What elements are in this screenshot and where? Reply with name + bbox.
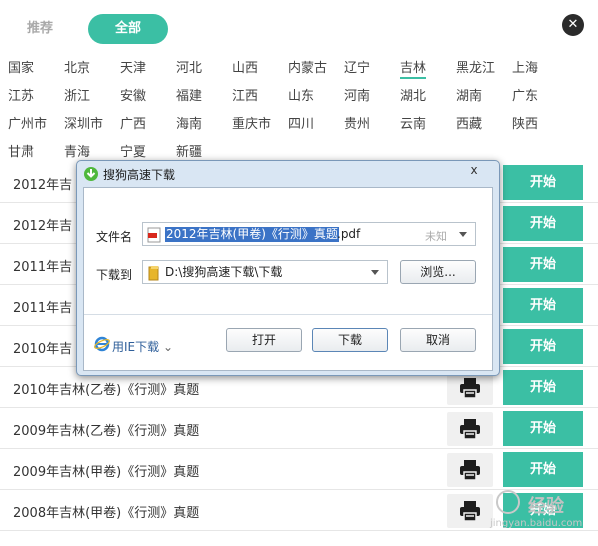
- dialog-close-button[interactable]: x: [463, 163, 485, 177]
- download-arrow-icon: [84, 167, 98, 181]
- province-item[interactable]: 福建: [176, 85, 202, 104]
- province-item[interactable]: 河南: [344, 85, 370, 104]
- province-item[interactable]: 安徽: [120, 85, 146, 104]
- download-dialog: 搜狗高速下载 x 文件名 2012年吉林(甲卷)《行测》真题 .pdf 未知 下…: [76, 160, 500, 376]
- category-tabs: 推荐 全部: [0, 0, 598, 52]
- dialog-title: 搜狗高速下载: [103, 168, 176, 182]
- province-item[interactable]: 内蒙古: [288, 57, 327, 76]
- printer-icon: [460, 419, 480, 440]
- cancel-button[interactable]: 取消: [400, 328, 476, 352]
- start-button[interactable]: 开始: [503, 165, 583, 200]
- exam-title[interactable]: 2012年吉: [13, 215, 72, 234]
- province-item[interactable]: 山西: [232, 57, 258, 76]
- folder-icon: [148, 266, 159, 281]
- exam-title[interactable]: 2012年吉: [13, 174, 72, 193]
- filename-label: 文件名: [96, 230, 133, 244]
- province-item[interactable]: 辽宁: [344, 57, 370, 76]
- province-item[interactable]: 山东: [288, 85, 314, 104]
- saveto-label: 下载到: [96, 268, 133, 282]
- start-button[interactable]: 开始: [503, 329, 583, 364]
- province-item[interactable]: 四川: [288, 113, 314, 132]
- printer-icon: [460, 378, 480, 399]
- province-item[interactable]: 青海: [64, 141, 90, 160]
- ie-browser-icon: [94, 336, 110, 352]
- exam-title[interactable]: 2009年吉林(甲卷)《行测》真题: [13, 461, 199, 480]
- start-button[interactable]: 开始: [503, 411, 583, 446]
- province-item[interactable]: 北京: [64, 57, 90, 76]
- watermark-url: jingyan.baidu.com: [490, 518, 583, 529]
- chevron-down-icon[interactable]: [459, 232, 467, 237]
- province-item-active[interactable]: 吉林: [400, 57, 427, 79]
- province-item[interactable]: 天津: [120, 57, 146, 76]
- watermark-brand: 经验: [528, 496, 564, 517]
- province-item[interactable]: 重庆市: [232, 113, 271, 132]
- province-item[interactable]: 国家: [8, 57, 34, 76]
- pdf-file-icon: [147, 227, 161, 243]
- province-item[interactable]: 浙江: [64, 85, 90, 104]
- tab-all[interactable]: 全部: [88, 14, 168, 44]
- exam-title[interactable]: 2011年吉: [13, 297, 72, 316]
- download-button[interactable]: 下载: [312, 328, 388, 352]
- dialog-body: 文件名 2012年吉林(甲卷)《行测》真题 .pdf 未知 下载到 D:\搜狗高…: [83, 187, 493, 371]
- province-item[interactable]: 甘肃: [8, 141, 34, 160]
- province-row: 国家 北京 天津 河北 山西 内蒙古 辽宁 吉林 黑龙江 上海: [8, 54, 568, 82]
- province-item[interactable]: 海南: [176, 113, 202, 132]
- saveto-path-text: D:\搜狗高速下载\下载: [165, 265, 283, 279]
- province-item[interactable]: 陕西: [512, 113, 538, 132]
- province-item[interactable]: 河北: [176, 57, 202, 76]
- province-item[interactable]: 江西: [232, 85, 258, 104]
- exam-title[interactable]: 2008年吉林(甲卷)《行测》真题: [13, 502, 199, 521]
- watermark: 经验 jingyan.baidu.com: [470, 482, 590, 542]
- ie-download-link[interactable]: 用IE下载 ⌄: [112, 338, 173, 355]
- filename-field[interactable]: 2012年吉林(甲卷)《行测》真题 .pdf 未知: [142, 222, 476, 246]
- dialog-divider: [84, 314, 492, 315]
- province-item[interactable]: 湖北: [400, 85, 426, 104]
- province-filter: 国家 北京 天津 河北 山西 内蒙古 辽宁 吉林 黑龙江 上海 江苏 浙江 安徽…: [8, 54, 568, 166]
- ie-download-text: 用IE下载: [112, 340, 160, 354]
- list-item: 2009年吉林(乙卷)《行测》真题 开始: [0, 408, 598, 449]
- dialog-titlebar[interactable]: 搜狗高速下载 x: [77, 161, 499, 185]
- filename-selected-text: 2012年吉林(甲卷)《行测》真题: [165, 227, 339, 242]
- close-icon[interactable]: ✕: [562, 14, 584, 36]
- saveto-path-select[interactable]: D:\搜狗高速下载\下载: [142, 260, 388, 284]
- province-item[interactable]: 深圳市: [64, 113, 103, 132]
- print-button[interactable]: [447, 412, 493, 446]
- start-button[interactable]: 开始: [503, 370, 583, 405]
- paw-logo-icon: [496, 490, 520, 514]
- exam-title[interactable]: 2011年吉: [13, 256, 72, 275]
- province-item[interactable]: 广西: [120, 113, 146, 132]
- province-row: 广州市 深圳市 广西 海南 重庆市 四川 贵州 云南 西藏 陕西: [8, 110, 568, 138]
- province-item[interactable]: 宁夏: [120, 141, 146, 160]
- province-row: 江苏 浙江 安徽 福建 江西 山东 河南 湖北 湖南 广东: [8, 82, 568, 110]
- province-item[interactable]: 新疆: [176, 141, 202, 160]
- browse-button[interactable]: 浏览...: [400, 260, 476, 284]
- double-chevron-down-icon: ⌄: [162, 340, 174, 354]
- province-item[interactable]: 西藏: [456, 113, 482, 132]
- start-button[interactable]: 开始: [503, 206, 583, 241]
- filename-extension: .pdf: [337, 227, 361, 241]
- exam-title[interactable]: 2009年吉林(乙卷)《行测》真题: [13, 420, 199, 439]
- file-size-status: 未知: [425, 230, 447, 243]
- start-button[interactable]: 开始: [503, 288, 583, 323]
- province-item[interactable]: 广州市: [8, 113, 47, 132]
- province-item[interactable]: 上海: [512, 57, 538, 76]
- printer-icon: [460, 460, 480, 481]
- province-item[interactable]: 湖南: [456, 85, 482, 104]
- exam-title[interactable]: 2010年吉: [13, 338, 72, 357]
- province-item[interactable]: 广东: [512, 85, 538, 104]
- province-item[interactable]: 云南: [400, 113, 426, 132]
- print-button[interactable]: [447, 371, 493, 405]
- start-button[interactable]: 开始: [503, 247, 583, 282]
- province-item[interactable]: 江苏: [8, 85, 34, 104]
- tab-recommended[interactable]: 推荐: [10, 14, 70, 44]
- chevron-down-icon[interactable]: [371, 270, 379, 275]
- province-item[interactable]: 贵州: [344, 113, 370, 132]
- open-button[interactable]: 打开: [226, 328, 302, 352]
- exam-title[interactable]: 2010年吉林(乙卷)《行测》真题: [13, 379, 199, 398]
- province-item[interactable]: 黑龙江: [456, 57, 495, 76]
